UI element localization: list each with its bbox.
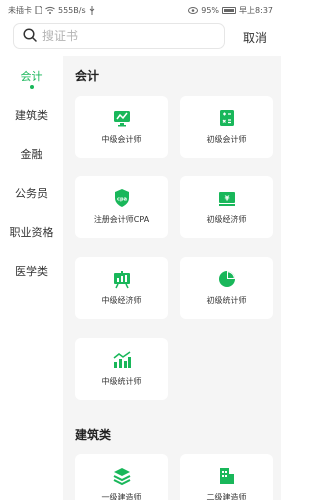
search-input[interactable] — [42, 29, 202, 43]
trend-bars-icon — [112, 350, 132, 370]
sidebar-item-professional-qualification[interactable]: 职业资格 — [0, 212, 63, 251]
active-indicator — [29, 85, 34, 89]
card-first-class-constructor[interactable]: 一级建造师 — [75, 454, 168, 500]
sidebar-item-label: 金融 — [20, 147, 43, 161]
card-intermediate-accountant[interactable]: 中级会计师 — [75, 96, 168, 158]
svg-text:¥: ¥ — [224, 195, 229, 203]
card-label: 注册会计师CPA — [93, 215, 150, 224]
sidebar-item-construction[interactable]: 建筑类 — [0, 95, 63, 134]
section-title: 建筑类 — [75, 428, 112, 442]
card-label: 中级统计师 — [101, 377, 142, 386]
search-bar: 取消 — [0, 22, 281, 50]
card-junior-accountant[interactable]: 初级会计师 — [180, 96, 273, 158]
sidebar-item-label: 医学类 — [15, 264, 48, 278]
card-cpa[interactable]: cpa 注册会计师CPA — [75, 176, 168, 238]
card-label: 中级会计师 — [101, 135, 142, 144]
search-icon — [23, 27, 37, 46]
battery-icon — [222, 6, 237, 14]
carrier-text: 未插卡 — [8, 5, 32, 15]
calculator-icon — [217, 108, 237, 128]
sidebar-item-finance[interactable]: 金融 — [0, 134, 63, 173]
battery-percent: 95% — [201, 5, 220, 15]
search-box[interactable] — [13, 23, 225, 49]
card-label: 一级建造师 — [101, 493, 142, 500]
monitor-chart-icon — [112, 108, 132, 128]
cpa-shield-icon: cpa — [112, 188, 132, 208]
certificate-list[interactable]: 会计 中级会计师 初级会计师 cpa 注册会计师CPA ¥ 初级经济师 中级经济… — [63, 56, 281, 500]
sidebar-item-label: 职业资格 — [9, 225, 54, 239]
wifi-icon — [45, 6, 55, 14]
svg-text:cpa: cpa — [117, 197, 127, 203]
sidebar-item-accounting[interactable]: 会计 — [0, 56, 63, 95]
layers-icon — [112, 466, 132, 486]
card-label: 二级建造师 — [206, 493, 247, 500]
sidebar-item-civil-servant[interactable]: 公务员 — [0, 173, 63, 212]
card-intermediate-economist[interactable]: 中级经济师 — [75, 257, 168, 319]
card-label: 初级经济师 — [206, 215, 247, 224]
eye-icon — [188, 6, 199, 14]
status-bar: 未插卡 555B/s 95% 早上8:37 — [0, 0, 281, 20]
card-label: 中级经济师 — [101, 296, 142, 305]
network-speed: 555B/s — [58, 5, 86, 15]
sidebar-item-medical[interactable]: 医学类 — [0, 251, 63, 290]
bar-chart-board-icon — [112, 269, 132, 289]
clock: 早上8:37 — [239, 5, 273, 15]
card-intermediate-statistician[interactable]: 中级统计师 — [75, 338, 168, 400]
card-label: 初级会计师 — [206, 135, 247, 144]
card-junior-economist[interactable]: ¥ 初级经济师 — [180, 176, 273, 238]
sidebar-item-label: 会计 — [20, 69, 43, 83]
card-junior-statistician[interactable]: 初级统计师 — [180, 257, 273, 319]
sidebar-item-label: 建筑类 — [15, 108, 48, 122]
sidebar-item-label: 公务员 — [15, 186, 48, 200]
cancel-button[interactable]: 取消 — [243, 29, 267, 46]
category-sidebar: 会计 建筑类 金融 公务员 职业资格 医学类 — [0, 56, 63, 500]
card-label: 初级统计师 — [206, 296, 247, 305]
usb-icon — [89, 5, 95, 15]
building-icon — [217, 466, 237, 486]
section-title: 会计 — [75, 69, 100, 83]
pie-chart-icon — [217, 269, 237, 289]
cash-register-icon: ¥ — [217, 188, 237, 208]
sim-icon — [35, 6, 42, 14]
card-second-class-constructor[interactable]: 二级建造师 — [180, 454, 273, 500]
